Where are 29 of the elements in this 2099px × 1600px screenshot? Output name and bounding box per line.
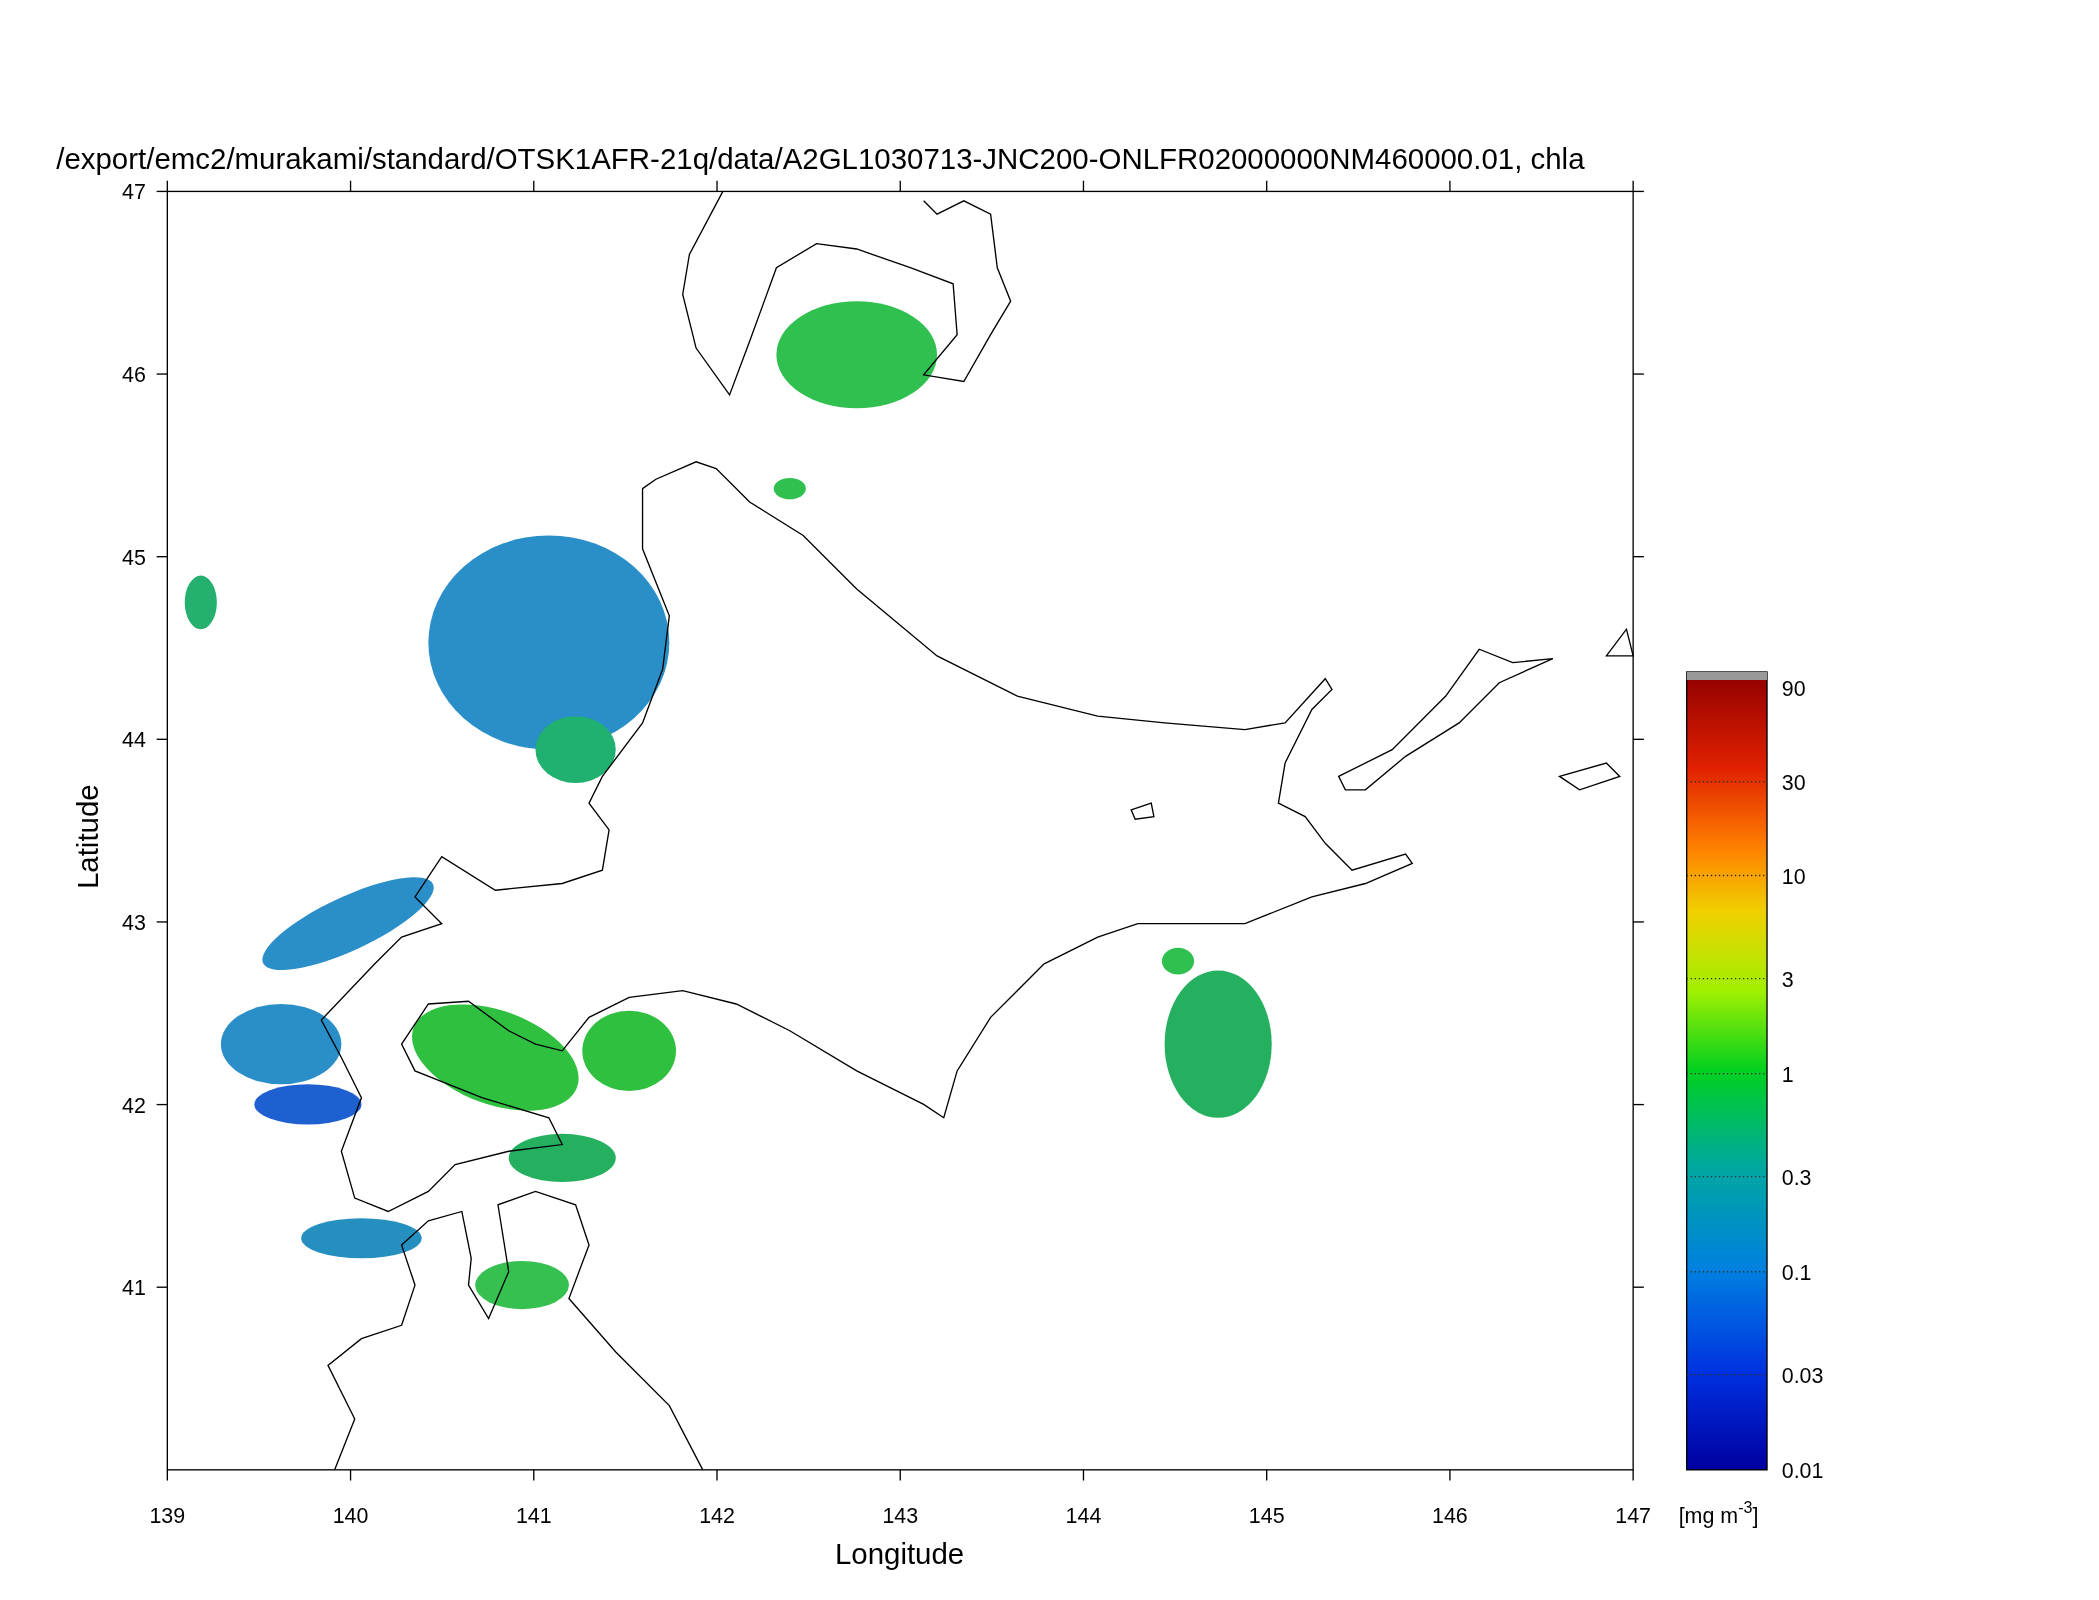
tick-label: 145 (1248, 1504, 1285, 1529)
tick-label: 42 (122, 1093, 146, 1118)
colorbar-tick-label: 3 (1781, 967, 1794, 992)
tick-label: 147 (1615, 1504, 1651, 1529)
tick-label: 140 (332, 1504, 369, 1529)
colorbar-tick-label: 10 (1781, 864, 1806, 889)
colorbar-tick-label: 0.03 (1781, 1363, 1824, 1388)
colorbar-tick-label: 0.01 (1781, 1458, 1824, 1483)
tick-label: 45 (122, 545, 146, 570)
tick-label: 146 (1432, 1504, 1468, 1529)
tick-label: 46 (122, 363, 146, 388)
tick-label: 41 (122, 1276, 146, 1301)
tick-label: 44 (122, 728, 146, 753)
tick-label: 144 (1065, 1504, 1102, 1529)
tick-label: 139 (149, 1504, 186, 1529)
tick-label: 141 (515, 1504, 552, 1529)
colorbar-tick-label: 0.1 (1781, 1260, 1812, 1285)
colorbar-tick-label: 1 (1781, 1062, 1794, 1087)
colorbar-tick-label: 30 (1781, 770, 1806, 795)
tick-label: 142 (699, 1504, 735, 1529)
colorbar-tick-label: 0.3 (1781, 1165, 1812, 1190)
axis-label: Longitude (834, 1536, 965, 1570)
colorbar-tick-label: 90 (1781, 677, 1806, 702)
axis-label: Latitude (70, 784, 104, 890)
colorbar-unit: [mg m$^{-3}$] (1678, 1497, 1759, 1529)
tick-label: 143 (882, 1504, 919, 1529)
plot-title: /export/emc2/murakami/standard/OTSK1AFR-21q/data/A2GL1030713-JNC200-ONLFR02000000NM460000.01, chla (56, 141, 1585, 175)
tick-label: 47 (122, 180, 146, 205)
tick-label: 43 (122, 911, 146, 935)
